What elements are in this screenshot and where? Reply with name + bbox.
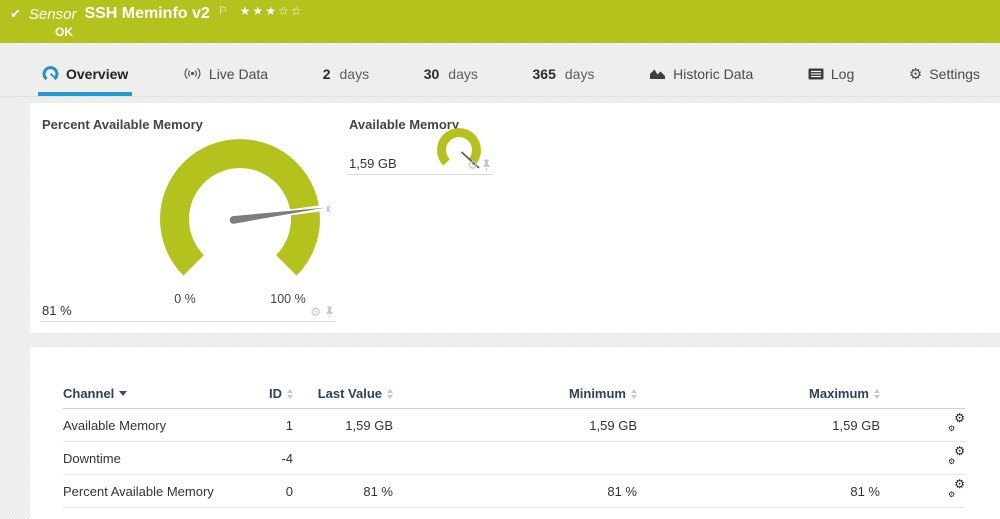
gauge-value: 81 % — [42, 303, 72, 318]
pin-icon[interactable] — [482, 159, 491, 171]
table-row-percent-available-memory: Percent Available Memory 0 81 % 81 % 81 … — [63, 475, 965, 508]
channel-settings-icon[interactable]: ⚙ ⚙ — [948, 481, 965, 498]
tab-2-days-number: 2 — [323, 66, 331, 82]
tab-365-days-label: days — [565, 66, 595, 82]
gauge-settings-gear-icon[interactable]: ⚙ — [310, 306, 321, 318]
cell-maximum: 1,59 GB — [637, 418, 880, 433]
radial-gauge: x̄ — [40, 115, 336, 290]
area-chart-icon — [649, 67, 666, 80]
mean-marker: x̄ — [326, 204, 331, 214]
status-badge: OK — [55, 25, 990, 39]
tab-30-days-label: days — [448, 66, 478, 82]
cell-channel[interactable]: Available Memory — [63, 418, 268, 433]
tab-historic-data[interactable]: Historic Data — [645, 55, 757, 96]
channels-panel: Channel ID Last Value Minimum Maximum — [30, 347, 1000, 519]
tab-live-data[interactable]: Live Data — [179, 55, 272, 96]
priority-flag-icon[interactable]: ⚐ — [218, 4, 228, 17]
tab-live-data-label: Live Data — [209, 66, 268, 82]
gauge-scale-max: 100 % — [263, 292, 313, 306]
tab-log[interactable]: Log — [804, 55, 858, 96]
cell-id: 0 — [268, 484, 293, 499]
tab-2-days[interactable]: 2 days — [319, 55, 373, 96]
column-header-channel[interactable]: Channel — [63, 386, 127, 401]
object-kind-label: Sensor — [29, 6, 77, 23]
channel-settings-icon[interactable]: ⚙ ⚙ — [948, 448, 965, 465]
column-header-channel-label: Channel — [63, 386, 114, 401]
broadcast-icon — [183, 67, 202, 80]
table-row-available-memory: Available Memory 1 1,59 GB 1,59 GB 1,59 … — [63, 409, 965, 442]
settings-gear-icon: ⚙ — [909, 65, 922, 83]
tab-bar: Overview Live Data 2 days 30 days 365 da… — [0, 43, 1000, 97]
gauge-settings-gear-icon[interactable]: ⚙ — [467, 159, 478, 171]
tab-2-days-label: days — [340, 66, 370, 82]
cell-minimum: 1,59 GB — [393, 418, 637, 433]
gear-icon: ⚙ — [948, 425, 955, 433]
gauge-value: 1,59 GB — [349, 156, 397, 171]
column-header-id[interactable]: ID — [268, 386, 293, 401]
tab-overview-label: Overview — [66, 66, 128, 82]
column-header-id-label: ID — [269, 386, 282, 401]
column-header-maximum[interactable]: Maximum — [637, 386, 880, 401]
gear-icon: ⚙ — [954, 478, 965, 490]
tab-log-label: Log — [831, 66, 854, 82]
tab-overview[interactable]: Overview — [38, 55, 132, 96]
priority-stars[interactable]: ★★★☆☆ — [240, 4, 304, 18]
sensor-page: ✔ Sensor SSH Meminfo v2 ⚐ ★★★☆☆ OK Overv… — [0, 0, 1000, 519]
column-header-minimum-label: Minimum — [569, 386, 626, 401]
tab-365-days-number: 365 — [533, 66, 556, 82]
channel-settings-icon[interactable]: ⚙ ⚙ — [948, 415, 965, 432]
column-header-minimum[interactable]: Minimum — [393, 386, 637, 401]
pin-icon[interactable] — [325, 306, 334, 318]
sort-desc-icon — [119, 391, 127, 396]
tab-historic-data-label: Historic Data — [673, 66, 753, 82]
gear-icon: ⚙ — [948, 491, 955, 499]
gauge-available-memory: Available Memory 1,59 GB ⚙ — [347, 115, 493, 175]
tab-30-days-number: 30 — [424, 66, 440, 82]
cell-last-value: 81 % — [293, 484, 393, 499]
tab-settings-label: Settings — [929, 66, 980, 82]
cell-channel[interactable]: Percent Available Memory — [63, 484, 268, 499]
cell-channel[interactable]: Downtime — [63, 451, 268, 466]
tab-365-days[interactable]: 365 days — [529, 55, 599, 96]
cell-maximum: 81 % — [637, 484, 880, 499]
gauges-panel: Percent Available Memory x̄ 0 % 100 % 81… — [30, 103, 1000, 333]
tab-30-days[interactable]: 30 days — [420, 55, 482, 96]
log-list-icon — [808, 68, 824, 80]
column-header-last-value[interactable]: Last Value — [293, 386, 393, 401]
gear-icon: ⚙ — [954, 445, 965, 457]
table-row-downtime: Downtime -4 ⚙ ⚙ — [63, 442, 965, 475]
column-header-last-value-label: Last Value — [318, 386, 382, 401]
gauge-percent-available-memory: Percent Available Memory x̄ 0 % 100 % 81… — [40, 115, 336, 322]
status-check-icon: ✔ — [10, 6, 21, 22]
cell-last-value: 1,59 GB — [293, 418, 393, 433]
gear-icon: ⚙ — [954, 412, 965, 424]
column-header-maximum-label: Maximum — [809, 386, 869, 401]
cell-id: 1 — [268, 418, 293, 433]
sensor-header: ✔ Sensor SSH Meminfo v2 ⚐ ★★★☆☆ OK — [0, 0, 1000, 43]
sensor-title: SSH Meminfo v2 — [84, 5, 209, 23]
gauge-icon — [42, 66, 59, 82]
gear-icon: ⚙ — [948, 458, 955, 466]
cell-minimum: 81 % — [393, 484, 637, 499]
tab-settings[interactable]: ⚙ Settings — [905, 55, 984, 96]
cell-id: -4 — [268, 451, 293, 466]
sort-toggle-icon — [874, 389, 880, 399]
channel-table-header: Channel ID Last Value Minimum Maximum — [63, 379, 965, 409]
gauge-scale-min: 0 % — [160, 292, 210, 306]
